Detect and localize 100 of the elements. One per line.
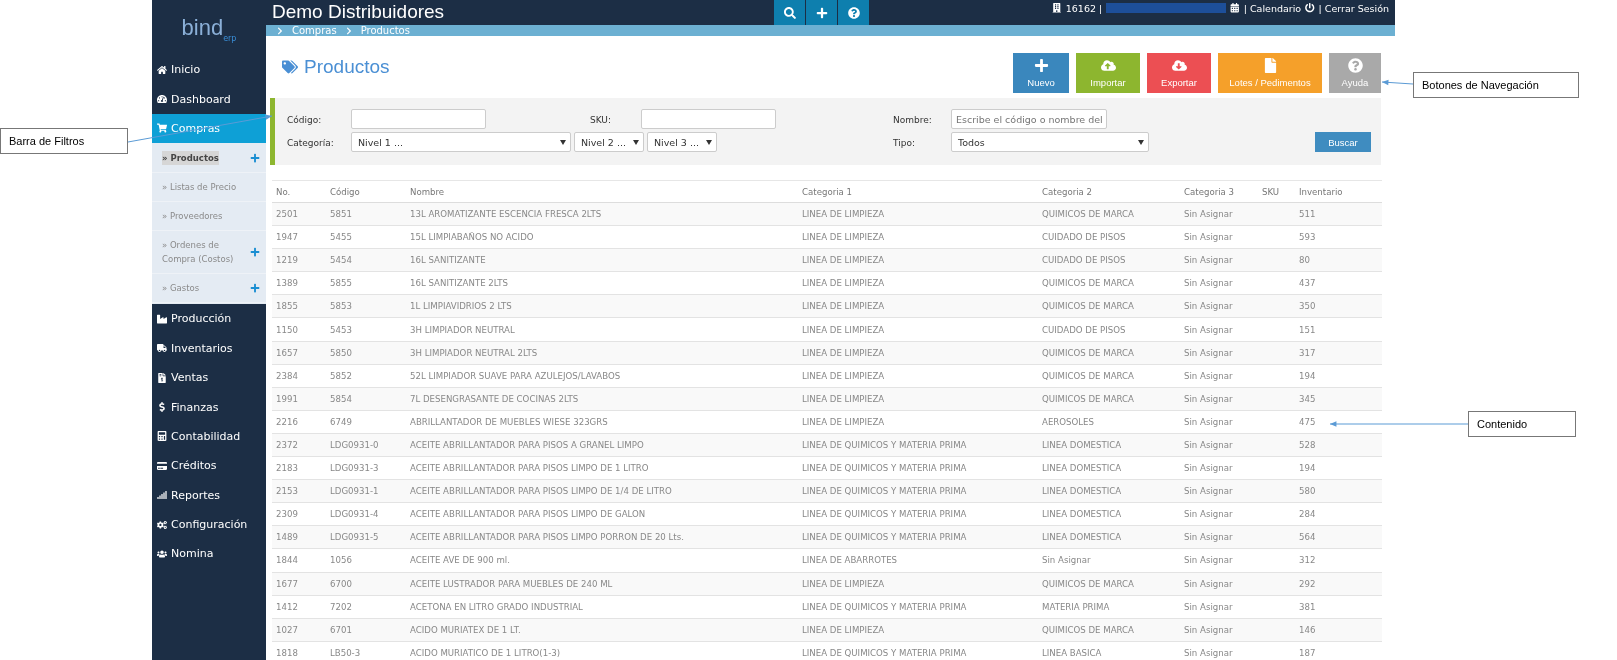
column-header[interactable]: Código [326, 180, 406, 203]
search-button[interactable] [774, 0, 805, 25]
category-cell: QUIMICOS DE MARCA [1038, 387, 1180, 411]
column-header[interactable]: Categoria 3 [1180, 180, 1258, 203]
name-cell: ACIDO MURIATICO DE 1 LITRO(1-3) [406, 641, 798, 660]
sidebar-item[interactable]: Compras [152, 113, 266, 144]
category-cell: Sin Asignar [1180, 572, 1258, 596]
name-field[interactable]: Escribe el código o nombre del [951, 109, 1107, 129]
file-icon [1262, 58, 1278, 73]
category-cell: LINEA DOMESTICA [1038, 456, 1180, 480]
name-cell: ACEITE ABRILLANTADOR PARA PISOS LIMPO DE 1/4 DE LITRO [406, 479, 798, 503]
number-cell: 2309 [272, 502, 326, 526]
submenu-item[interactable]: » Gastos [162, 281, 200, 296]
sidebar-item[interactable]: Ventas [152, 362, 266, 393]
caret-icon [633, 139, 639, 145]
search-icon [783, 6, 796, 19]
power-icon [1305, 3, 1315, 13]
sidebar-item[interactable]: Inicio [152, 55, 266, 85]
type-select[interactable]: Todos [951, 132, 1149, 152]
category-cell: LINEA DOMESTICA [1038, 525, 1180, 549]
action-button[interactable]: Nuevo [1013, 53, 1069, 93]
column-header[interactable]: Inventario [1295, 180, 1382, 203]
plus-icon [1033, 58, 1049, 73]
callout-label: Contenido [1468, 411, 1576, 437]
number-cell: 2384 [272, 364, 326, 388]
category-cell: LINEA DE LIMPIEZA [798, 248, 1038, 272]
category-cell: LINEA DE QUIMICOS Y MATERIA PRIMA [798, 502, 1038, 526]
name-cell: ACEITE ABRILLANTADOR PARA PISOS LIMPO DE 1 LITRO [406, 456, 798, 480]
inventory-cell: 284 [1295, 502, 1382, 526]
chevron-icon [344, 26, 353, 35]
submenu-item[interactable]: » Proveedores [162, 209, 223, 224]
inventory-cell: 194 [1295, 456, 1382, 480]
code-cell: LDG0931-4 [326, 502, 406, 526]
invoice-icon [157, 372, 167, 383]
add-icon[interactable] [250, 153, 260, 164]
sku-field[interactable] [641, 109, 776, 129]
action-button[interactable]: Exportar [1147, 53, 1211, 93]
category-cell: Sin Asignar [1180, 479, 1258, 503]
category-select[interactable]: Nivel 2 ... [574, 132, 644, 152]
column-header[interactable]: No. [272, 180, 326, 203]
category-select[interactable]: Nivel 1 ... [351, 132, 571, 152]
add-icon[interactable] [250, 247, 260, 258]
add-button[interactable] [806, 0, 837, 25]
number-cell: 1489 [272, 525, 326, 549]
inventory-cell: 146 [1295, 618, 1382, 642]
category-cell: LINEA DE LIMPIEZA [798, 572, 1038, 596]
help-icon [1347, 58, 1363, 73]
inventory-cell: 381 [1295, 595, 1382, 619]
category-cell: Sin Asignar [1180, 410, 1258, 434]
column-header[interactable]: Categoria 1 [798, 180, 1038, 203]
help-icon [847, 6, 860, 19]
sidebar-item[interactable]: Inventarios [152, 333, 266, 363]
name-cell: 7L DESENGRASANTE DE COCINAS 2LTS [406, 387, 798, 411]
category-cell: LINEA DE LIMPIEZA [798, 202, 1038, 226]
sidebar-item[interactable]: Producción [152, 304, 266, 334]
tags-icon [282, 59, 298, 75]
category-cell: CUIDADO DE PISOS [1038, 225, 1180, 249]
column-header[interactable]: Categoria 2 [1038, 180, 1180, 203]
code-cell: 6749 [326, 410, 406, 434]
category-cell: LINEA DE QUIMICOS Y MATERIA PRIMA [798, 525, 1038, 549]
category-cell: LINEA DE LIMPIEZA [798, 387, 1038, 411]
home-icon [157, 64, 167, 75]
inventory-cell: 317 [1295, 341, 1382, 365]
number-cell: 1947 [272, 225, 326, 249]
name-cell: 15L LIMPIABAÑOS NO ACIDO [406, 225, 798, 249]
sidebar-item[interactable]: Dashboard [152, 84, 266, 114]
field-label: Categoría: [287, 138, 335, 148]
category-cell: LINEA DE LIMPIEZA [798, 410, 1038, 434]
column-header[interactable]: SKU [1258, 180, 1295, 203]
name-cell: ACEITE ABRILLANTADOR PARA PISOS A GRANEL LIMPO [406, 433, 798, 457]
code-field[interactable] [351, 109, 486, 129]
category-cell: LINEA BASICA [1038, 641, 1180, 660]
category-cell: LINEA DE LIMPIEZA [798, 618, 1038, 642]
sidebar-item[interactable]: Nomina [152, 539, 266, 569]
add-icon[interactable] [250, 283, 260, 294]
logout-link[interactable]: | Cerrar Sesión [1318, 2, 1389, 14]
help-button[interactable] [838, 0, 869, 25]
sidebar-item[interactable]: Contabilidad [152, 421, 266, 452]
code-cell: 5852 [326, 364, 406, 388]
column-header[interactable]: Nombre [406, 180, 798, 203]
company-number: 16162 | [1065, 2, 1103, 14]
sidebar-item[interactable]: Reportes [152, 480, 266, 510]
page-title: Productos [304, 56, 390, 78]
calendar-link[interactable]: | Calendario [1243, 2, 1302, 14]
name-cell: 52L LIMPIADOR SUAVE PARA AZULEJOS/LAVABOS [406, 364, 798, 388]
search-button[interactable]: Buscar [1315, 132, 1371, 152]
submenu-item[interactable]: » Productos [162, 151, 219, 166]
submenu-item[interactable]: » Ordenes de Compra (Costos) [162, 238, 246, 267]
code-cell: 5454 [326, 248, 406, 272]
sidebar-item[interactable]: Créditos [152, 451, 266, 481]
name-cell: ABRILLANTADOR DE MUEBLES WIESE 323GRS [406, 410, 798, 434]
category-select[interactable]: Nivel 3 ... [647, 132, 717, 152]
category-cell: Sin Asignar [1180, 341, 1258, 365]
sidebar-item[interactable]: Configuración [152, 509, 266, 540]
category-cell: QUIMICOS DE MARCA [1038, 294, 1180, 318]
sidebar-item[interactable]: Finanzas [152, 392, 266, 422]
code-cell: 6701 [326, 618, 406, 642]
submenu-item[interactable]: » Listas de Precio [162, 180, 237, 195]
category-cell: QUIMICOS DE MARCA [1038, 364, 1180, 388]
inventory-cell: 350 [1295, 294, 1382, 318]
